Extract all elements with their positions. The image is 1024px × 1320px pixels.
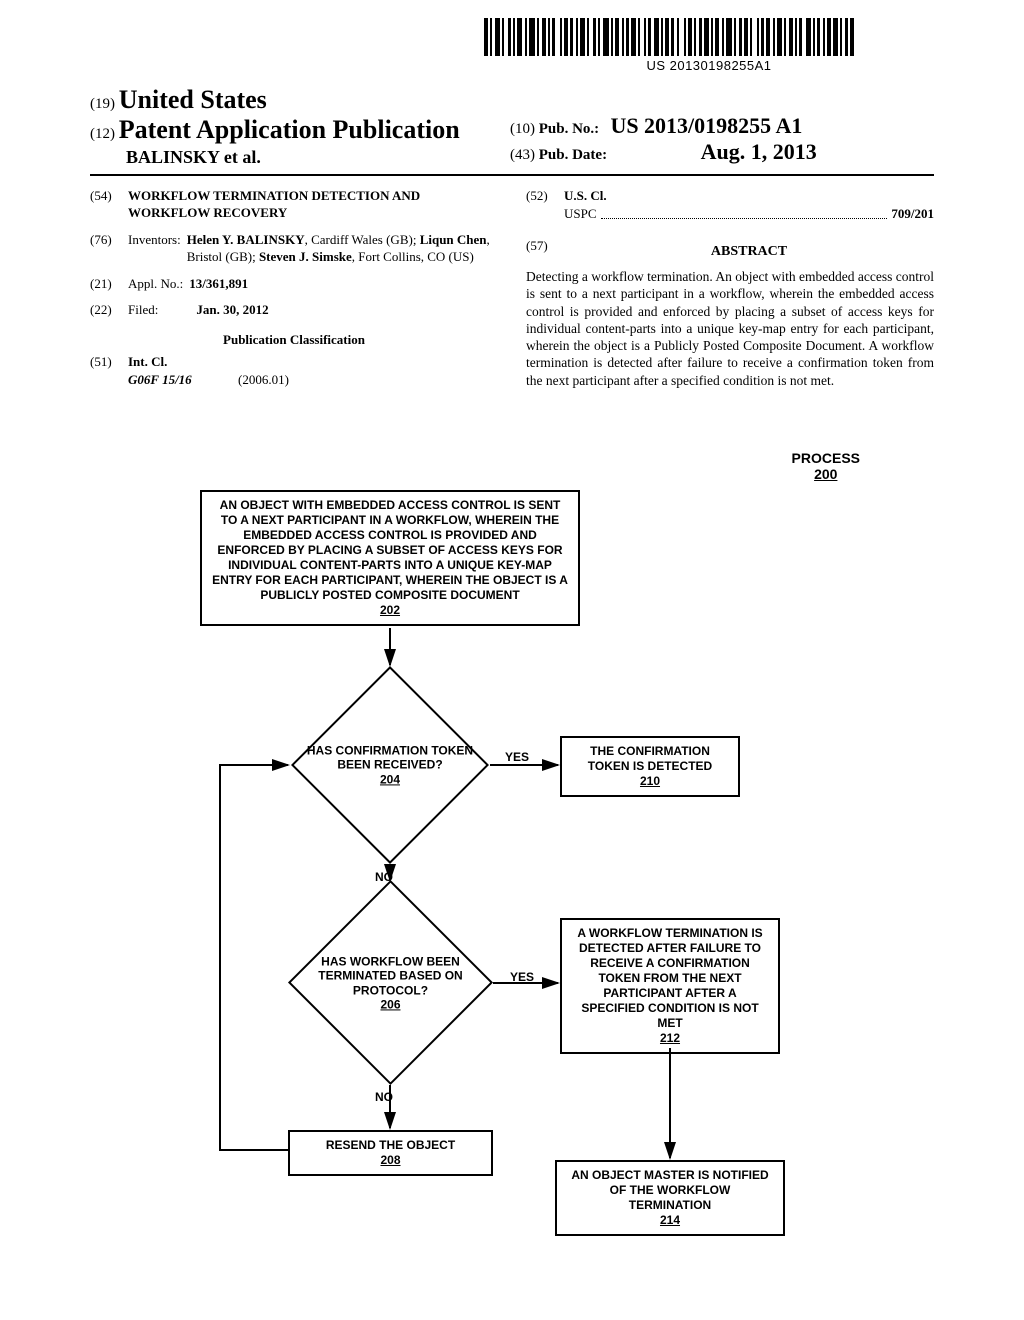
diamond-206-num: 206 xyxy=(380,997,400,1011)
inventors-label: Inventors: xyxy=(128,232,181,266)
box-210-num: 210 xyxy=(640,774,660,788)
code-19: (19) xyxy=(90,96,115,112)
pub-right-block: (10) Pub. No.: US 2013/0198255 A1 (43) P… xyxy=(510,113,817,165)
biblio-right-col: (52) U.S. Cl. USPC 709/201 (57) ABSTRACT… xyxy=(526,188,934,398)
edge-204-yes: YES xyxy=(505,750,529,764)
code-21: (21) xyxy=(90,276,128,292)
box-202-text: AN OBJECT WITH EMBEDDED ACCESS CONTROL I… xyxy=(212,498,568,602)
code-76: (76) xyxy=(90,232,128,266)
publication-type: Patent Application Publication xyxy=(119,115,460,144)
code-22: (22) xyxy=(90,302,128,318)
divider-rule xyxy=(90,174,934,176)
intcl-label: Int. Cl. xyxy=(128,354,167,370)
box-208-num: 208 xyxy=(380,1153,400,1167)
code-10: (10) xyxy=(510,121,535,137)
intcl-version: (2006.01) xyxy=(238,372,289,388)
patent-page: US 20130198255A1 (19) United States (12)… xyxy=(0,0,1024,1320)
uspc-label: USPC xyxy=(564,206,597,222)
flowchart-title-text: PROCESS xyxy=(792,450,860,466)
pubno-label: Pub. No.: xyxy=(539,121,599,137)
code-43: (43) xyxy=(510,147,535,163)
code-12: (12) xyxy=(90,126,115,142)
code-52: (52) xyxy=(526,188,564,204)
box-212: A WORKFLOW TERMINATION IS DETECTED AFTER… xyxy=(560,918,780,1054)
diamond-206: HAS WORKFLOW BEEN TERMINATED BASED ON PR… xyxy=(288,880,493,1085)
diamond-204: HAS CONFIRMATION TOKEN BEEN RECEIVED? 20… xyxy=(291,666,489,864)
publication-date: Aug. 1, 2013 xyxy=(701,139,817,164)
filed-date: Jan. 30, 2012 xyxy=(196,302,268,318)
application-number: 13/361,891 xyxy=(189,276,248,292)
flowchart: PROCESS 200 AN OBJECT WITH EMBEDDED ACCE… xyxy=(160,440,880,1290)
box-214-num: 214 xyxy=(660,1213,680,1227)
barcode-graphic xyxy=(484,18,934,56)
country: United States xyxy=(119,85,267,114)
pubclass-heading: Publication Classification xyxy=(90,332,498,348)
filed-label: Filed: xyxy=(128,302,158,318)
box-202: AN OBJECT WITH EMBEDDED ACCESS CONTROL I… xyxy=(200,490,580,626)
box-208-text: RESEND THE OBJECT xyxy=(326,1138,455,1152)
flowchart-title: PROCESS 200 xyxy=(792,450,860,482)
edge-204-no: NO xyxy=(375,870,393,884)
edge-206-no: NO xyxy=(375,1090,393,1104)
box-210: THE CONFIRMATION TOKEN IS DETECTED 210 xyxy=(560,736,740,797)
box-212-num: 212 xyxy=(660,1031,680,1045)
code-51: (51) xyxy=(90,354,128,370)
diamond-204-text: HAS CONFIRMATION TOKEN BEEN RECEIVED? xyxy=(307,743,473,771)
code-57: (57) xyxy=(526,238,564,268)
diamond-204-num: 204 xyxy=(380,772,400,786)
flowchart-title-num: 200 xyxy=(814,466,837,482)
box-214-text: AN OBJECT MASTER IS NOTIFIED OF THE WORK… xyxy=(571,1168,768,1212)
inventors-list: Helen Y. BALINSKY, Cardiff Wales (GB); L… xyxy=(187,232,498,266)
abstract-text: Detecting a workflow termination. An obj… xyxy=(526,268,934,389)
applno-label: Appl. No.: xyxy=(128,276,183,292)
code-54: (54) xyxy=(90,188,128,222)
barcode-number: US 20130198255A1 xyxy=(484,58,934,73)
uscl-label: U.S. Cl. xyxy=(564,188,607,204)
dotted-leader xyxy=(601,208,888,219)
box-214: AN OBJECT MASTER IS NOTIFIED OF THE WORK… xyxy=(555,1160,785,1236)
publication-number: US 2013/0198255 A1 xyxy=(610,113,802,138)
edge-206-yes: YES xyxy=(510,970,534,984)
box-210-text: THE CONFIRMATION TOKEN IS DETECTED xyxy=(588,744,712,773)
box-208: RESEND THE OBJECT 208 xyxy=(288,1130,493,1176)
intcl-symbol: G06F 15/16 xyxy=(128,372,238,388)
abstract-heading: ABSTRACT xyxy=(564,244,934,260)
biblio-left-col: (54) WORKFLOW TERMINATION DETECTION AND … xyxy=(90,188,498,398)
box-202-num: 202 xyxy=(380,603,400,617)
uspc-value: 709/201 xyxy=(891,206,934,222)
bibliography: (54) WORKFLOW TERMINATION DETECTION AND … xyxy=(90,188,934,398)
invention-title: WORKFLOW TERMINATION DETECTION AND WORKF… xyxy=(128,188,498,222)
box-212-text: A WORKFLOW TERMINATION IS DETECTED AFTER… xyxy=(577,926,762,1030)
barcode-block: US 20130198255A1 xyxy=(484,18,934,73)
diamond-206-text: HAS WORKFLOW BEEN TERMINATED BASED ON PR… xyxy=(318,954,462,997)
pubdate-label: Pub. Date: xyxy=(539,147,607,163)
